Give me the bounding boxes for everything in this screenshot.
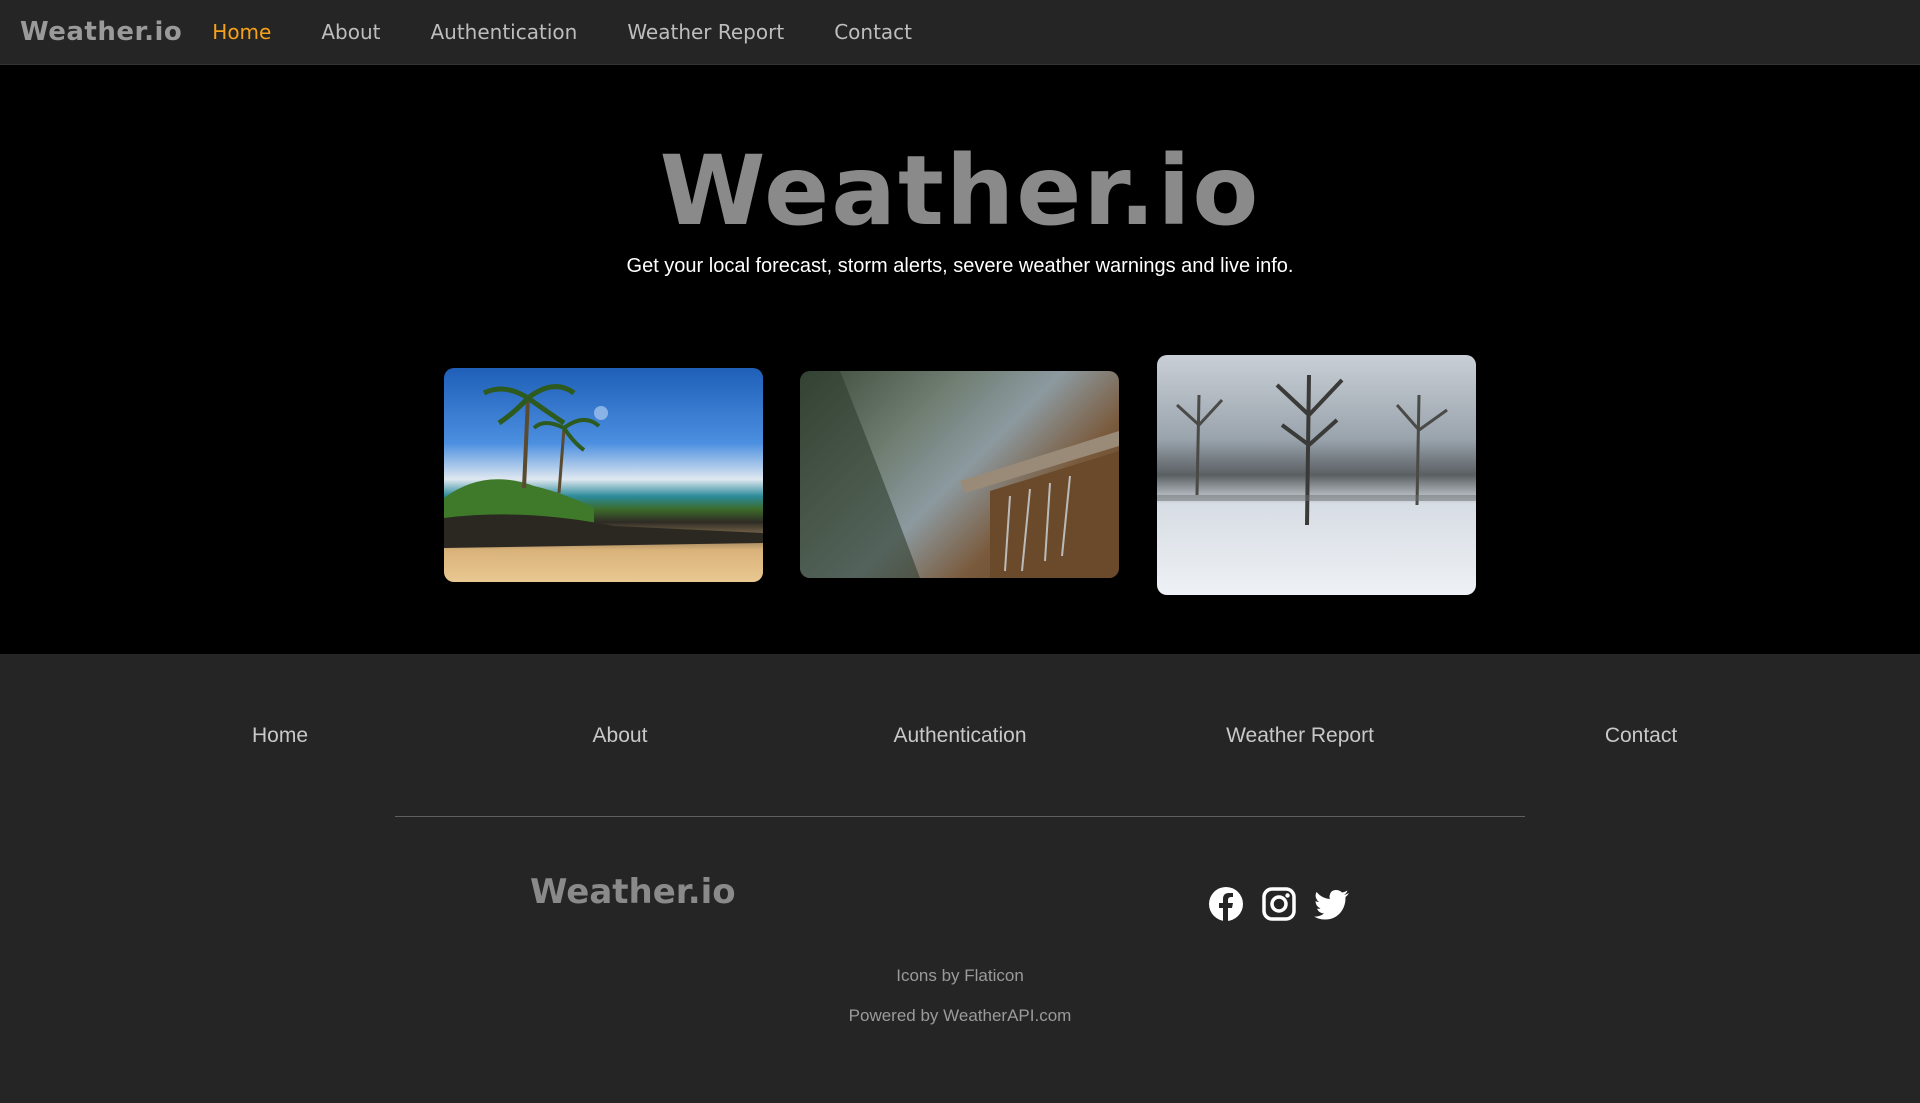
- hero-tagline: Get your local forecast, storm alerts, s…: [626, 255, 1294, 277]
- nav-link-about[interactable]: About: [321, 20, 380, 44]
- navbar-brand-logo[interactable]: Weather.io: [20, 17, 182, 47]
- rain-photo-card: [800, 371, 1119, 578]
- credit-icons[interactable]: Icons by Flaticon: [0, 966, 1920, 986]
- instagram-icon[interactable]: [1261, 886, 1297, 922]
- hero-title: Weather.io: [659, 135, 1261, 247]
- footer-link-about[interactable]: About: [593, 724, 648, 748]
- footer-link-authentication[interactable]: Authentication: [893, 724, 1026, 748]
- footer-link-contact[interactable]: Contact: [1605, 724, 1677, 748]
- rain-photo: [800, 371, 1119, 578]
- snow-photo-card: [1157, 355, 1476, 595]
- nav-link-weather-report[interactable]: Weather Report: [627, 20, 784, 44]
- hero-section: Weather.io Get your local forecast, stor…: [0, 65, 1920, 654]
- footer-divider: [395, 816, 1525, 817]
- top-navbar: Weather.io Home About Authentication Wea…: [0, 0, 1920, 65]
- facebook-icon[interactable]: [1208, 886, 1244, 922]
- nav-link-authentication[interactable]: Authentication: [430, 20, 577, 44]
- nav-link-home[interactable]: Home: [212, 20, 271, 44]
- beach-photo: [444, 384, 763, 548]
- footer-logo: Weather.io: [530, 872, 736, 912]
- footer-link-home[interactable]: Home: [252, 724, 308, 748]
- site-footer: Home About Authentication Weather Report…: [0, 654, 1920, 1103]
- footer-link-weather-report[interactable]: Weather Report: [1226, 724, 1374, 748]
- credit-weather-api[interactable]: Powered by WeatherAPI.com: [0, 1006, 1920, 1026]
- nav-link-contact[interactable]: Contact: [834, 20, 912, 44]
- twitter-icon[interactable]: [1314, 886, 1350, 922]
- social-links: [1208, 886, 1367, 922]
- navbar-links: Home About Authentication Weather Report…: [212, 20, 962, 44]
- snow-photo: [1157, 374, 1476, 526]
- footer-nav: Home About Authentication Weather Report…: [0, 724, 1920, 754]
- beach-photo-card: [444, 368, 763, 582]
